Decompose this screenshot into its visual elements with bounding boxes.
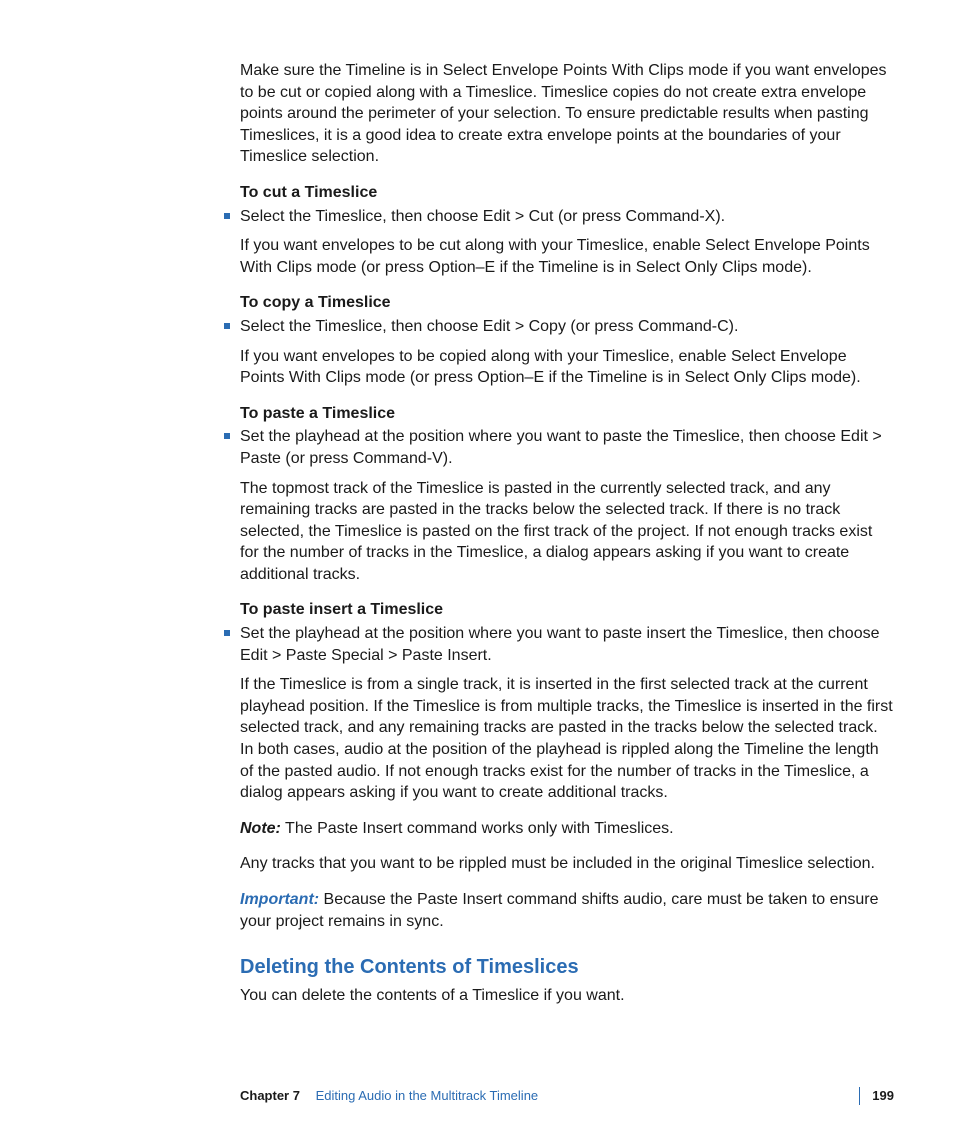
bullet-paste: Set the playhead at the position where y… [240,426,894,469]
note-label: Note: [240,820,281,837]
body-deleting: You can delete the contents of a Timesli… [240,985,894,1007]
important-label: Important: [240,891,319,908]
document-page: Make sure the Timeline is in Select Enve… [0,0,954,1145]
important-line: Important: Because the Paste Insert comm… [240,889,894,932]
body-copy: If you want envelopes to be copied along… [240,346,894,389]
body-paste: The topmost track of the Timeslice is pa… [240,478,894,586]
note-line: Note: The Paste Insert command works onl… [240,818,894,840]
bullet-icon [224,630,230,636]
important-text: Because the Paste Insert command shifts … [240,891,879,930]
bullet-text: Set the playhead at the position where y… [240,625,880,664]
bullet-text: Select the Timeslice, then choose Edit >… [240,208,725,225]
bullet-paste-insert: Set the playhead at the position where y… [240,623,894,666]
body-cut: If you want envelopes to be cut along wi… [240,235,894,278]
bullet-icon [224,433,230,439]
bullet-text: Set the playhead at the position where y… [240,428,882,467]
bullet-cut: Select the Timeslice, then choose Edit >… [240,206,894,228]
body-paste-insert: If the Timeslice is from a single track,… [240,674,894,804]
footer-chapter: Chapter 7 [240,1088,300,1103]
intro-paragraph: Make sure the Timeline is in Select Enve… [240,60,894,168]
subhead-copy: To copy a Timeslice [240,292,894,314]
subhead-paste-insert: To paste insert a Timeslice [240,599,894,621]
subhead-paste: To paste a Timeslice [240,403,894,425]
note-text: The Paste Insert command works only with… [281,820,674,837]
extra-line: Any tracks that you want to be rippled m… [240,853,894,875]
section-heading-deleting: Deleting the Contents of Timeslices [240,954,894,981]
bullet-copy: Select the Timeslice, then choose Edit >… [240,316,894,338]
footer-left: Chapter 7 Editing Audio in the Multitrac… [240,1087,538,1105]
subhead-cut: To cut a Timeslice [240,182,894,204]
bullet-text: Select the Timeslice, then choose Edit >… [240,318,738,335]
bullet-icon [224,213,230,219]
footer-page-number: 199 [859,1087,894,1105]
bullet-icon [224,323,230,329]
footer-chapter-title: Editing Audio in the Multitrack Timeline [316,1088,539,1103]
page-footer: Chapter 7 Editing Audio in the Multitrac… [240,1087,894,1105]
